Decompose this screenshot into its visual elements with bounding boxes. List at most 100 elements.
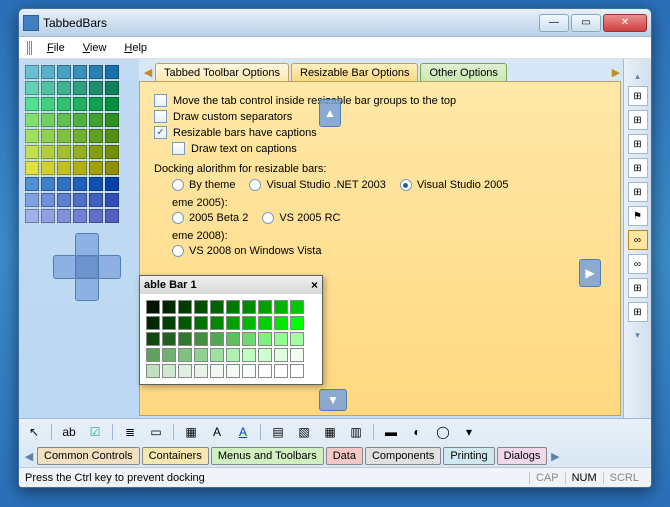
color-swatch[interactable]: [41, 161, 55, 175]
btab-common[interactable]: Common Controls: [37, 447, 140, 465]
calendar-icon[interactable]: ▤: [269, 423, 287, 441]
color-swatch[interactable]: [146, 364, 160, 378]
color-swatch[interactable]: [274, 316, 288, 330]
color-swatch[interactable]: [258, 316, 272, 330]
color-swatch[interactable]: [178, 300, 192, 314]
color-swatch[interactable]: [57, 129, 71, 143]
color-swatch[interactable]: [25, 193, 39, 207]
dock-arrow-right[interactable]: ▶: [579, 259, 601, 287]
color-swatch[interactable]: [25, 129, 39, 143]
checkbox-tool-icon[interactable]: ☑: [86, 423, 104, 441]
minimize-button[interactable]: —: [539, 14, 569, 32]
color-swatch[interactable]: [41, 113, 55, 127]
color-swatch[interactable]: [210, 300, 224, 314]
color-swatch[interactable]: [41, 129, 55, 143]
color-swatch[interactable]: [162, 300, 176, 314]
color-swatch[interactable]: [89, 177, 103, 191]
right-strip-down-icon[interactable]: ▾: [635, 330, 640, 341]
btab-menus[interactable]: Menus and Toolbars: [211, 447, 324, 465]
tab-resizable-bar[interactable]: Resizable Bar Options: [291, 63, 418, 81]
color-swatch[interactable]: [178, 348, 192, 362]
misc2-icon[interactable]: ◯: [434, 423, 452, 441]
close-button[interactable]: ✕: [603, 14, 647, 32]
color-swatch[interactable]: [41, 145, 55, 159]
color-swatch[interactable]: [178, 332, 192, 346]
color-swatch[interactable]: [105, 81, 119, 95]
tab-tabbed-toolbar[interactable]: Tabbed Toolbar Options: [155, 63, 289, 81]
btab-containers[interactable]: Containers: [142, 447, 209, 465]
color-swatch[interactable]: [41, 97, 55, 111]
color-swatch[interactable]: [178, 364, 192, 378]
panel-icon[interactable]: ▭: [147, 423, 165, 441]
color-swatch[interactable]: [89, 113, 103, 127]
color-swatch[interactable]: [162, 348, 176, 362]
color-swatch[interactable]: [89, 97, 103, 111]
color-swatch[interactable]: [146, 316, 160, 330]
color-swatch[interactable]: [41, 65, 55, 79]
misc3-icon[interactable]: ▾: [460, 423, 478, 441]
color-swatch[interactable]: [194, 348, 208, 362]
btab-dialogs[interactable]: Dialogs: [497, 447, 548, 465]
color-swatch[interactable]: [242, 348, 256, 362]
color-swatch[interactable]: [57, 161, 71, 175]
tab-nav-right-icon[interactable]: ▶: [609, 63, 623, 81]
color-swatch[interactable]: [210, 348, 224, 362]
menubar-grip[interactable]: [27, 41, 33, 55]
floatbar-close-icon[interactable]: ×: [311, 278, 318, 292]
right-strip-icon[interactable]: ⊞: [628, 110, 648, 130]
color-swatch[interactable]: [105, 97, 119, 111]
color-swatch[interactable]: [73, 97, 87, 111]
color-swatch[interactable]: [194, 364, 208, 378]
color-swatch[interactable]: [73, 65, 87, 79]
color-swatch[interactable]: [41, 177, 55, 191]
radio-vs2003[interactable]: Visual Studio .NET 2003: [249, 179, 385, 191]
menu-file[interactable]: File: [39, 40, 73, 56]
right-strip-icon[interactable]: ⊞: [628, 302, 648, 322]
color-swatch[interactable]: [210, 332, 224, 346]
color-swatch[interactable]: [178, 316, 192, 330]
color-swatch[interactable]: [194, 316, 208, 330]
color-swatch[interactable]: [258, 300, 272, 314]
color-swatch[interactable]: [290, 316, 304, 330]
misc1-icon[interactable]: ◐: [408, 423, 426, 441]
color-swatch[interactable]: [105, 177, 119, 191]
pointer-icon[interactable]: ↖: [25, 423, 43, 441]
month-icon[interactable]: ▥: [347, 423, 365, 441]
color-swatch[interactable]: [25, 145, 39, 159]
color-swatch[interactable]: [105, 113, 119, 127]
check-have-captions[interactable]: ✓Resizable bars have captions: [154, 126, 606, 139]
color-swatch[interactable]: [105, 145, 119, 159]
floatbar-header[interactable]: able Bar 1 ×: [140, 276, 322, 294]
color-swatch[interactable]: [89, 129, 103, 143]
underline-icon[interactable]: A: [234, 423, 252, 441]
image-icon[interactable]: ▧: [295, 423, 313, 441]
radio-2008-vista[interactable]: VS 2008 on Windows Vista: [172, 245, 321, 257]
color-swatch[interactable]: [105, 209, 119, 223]
color-swatch[interactable]: [73, 209, 87, 223]
color-swatch[interactable]: [290, 300, 304, 314]
color-swatch[interactable]: [25, 81, 39, 95]
color-swatch[interactable]: [89, 65, 103, 79]
color-swatch[interactable]: [73, 161, 87, 175]
btab-components[interactable]: Components: [365, 447, 441, 465]
radio-2005-rc[interactable]: VS 2005 RC: [262, 212, 340, 224]
color-swatch[interactable]: [89, 161, 103, 175]
color-swatch[interactable]: [57, 65, 71, 79]
color-swatch[interactable]: [41, 209, 55, 223]
color-swatch[interactable]: [226, 348, 240, 362]
color-swatch[interactable]: [105, 161, 119, 175]
date-icon[interactable]: ▦: [321, 423, 339, 441]
right-strip-icon[interactable]: ⊞: [628, 86, 648, 106]
color-swatch[interactable]: [57, 113, 71, 127]
right-strip-up-icon[interactable]: ▴: [635, 71, 640, 82]
list-icon[interactable]: ≣: [121, 423, 139, 441]
color-swatch[interactable]: [242, 332, 256, 346]
check-draw-text[interactable]: Draw text on captions: [172, 142, 606, 155]
color-swatch[interactable]: [290, 332, 304, 346]
color-swatch[interactable]: [274, 300, 288, 314]
menu-view[interactable]: View: [75, 40, 115, 56]
color-swatch[interactable]: [226, 300, 240, 314]
dock-arrow-bottom[interactable]: ▼: [319, 389, 347, 411]
color-swatch[interactable]: [25, 209, 39, 223]
right-strip-icon[interactable]: ⊞: [628, 278, 648, 298]
